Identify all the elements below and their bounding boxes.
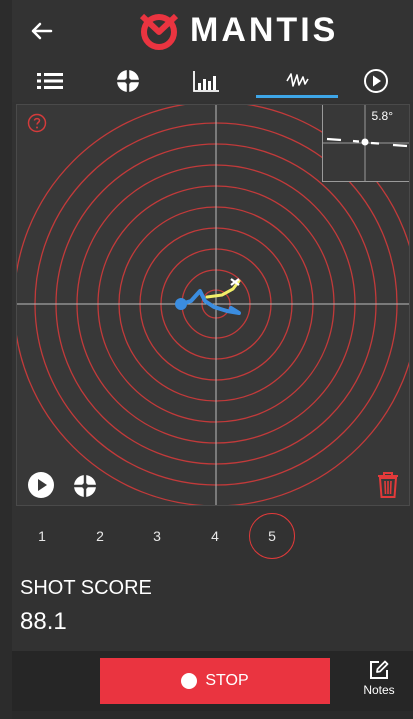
reticle-icon <box>115 68 141 94</box>
tab-bar <box>12 60 413 102</box>
header: MANTIS <box>12 0 413 60</box>
shot-item-5[interactable]: 5 <box>249 513 295 559</box>
play-circle-icon <box>364 69 388 93</box>
trash-icon[interactable] <box>375 469 401 499</box>
tab-list[interactable] <box>20 60 80 102</box>
replay-play-icon[interactable] <box>27 471 55 499</box>
notes-label: Notes <box>363 683 395 697</box>
question-circle-icon[interactable] <box>27 113 47 133</box>
aim-trace-start <box>175 298 187 310</box>
mantis-logo-icon <box>139 13 179 50</box>
notes-button[interactable]: Notes <box>354 659 404 703</box>
bottom-strip <box>12 711 413 719</box>
reticle-icon[interactable] <box>70 471 100 501</box>
arrow-left-icon[interactable] <box>26 16 56 46</box>
logo-text: MANTIS <box>190 10 339 49</box>
shot-score-label: SHOT SCORE <box>20 577 152 599</box>
shot-item-4[interactable]: 4 <box>192 513 238 559</box>
cant-indicator: 5.8° <box>322 105 409 182</box>
cant-level-graphic <box>323 105 409 181</box>
tab-replay[interactable] <box>346 60 406 102</box>
stop-button[interactable]: STOP <box>100 658 330 704</box>
shot-item-2[interactable]: 2 <box>77 513 123 559</box>
bar-chart-icon <box>193 71 219 92</box>
list-icon <box>37 73 63 89</box>
tab-stats[interactable] <box>176 60 236 102</box>
app-frame: MANTIS 5.8° 1 2 3 4 5 SHOT SCORE 88.1 ST… <box>12 0 413 719</box>
shot-score-value: 88.1 <box>20 608 67 635</box>
logo: MANTIS <box>136 8 338 52</box>
active-tab-indicator <box>256 95 338 98</box>
record-dot-icon <box>181 673 198 689</box>
shot-item-1[interactable]: 1 <box>19 513 65 559</box>
bottom-bar: STOP Notes <box>12 651 413 711</box>
trace-squiggle-icon <box>286 73 309 87</box>
shot-item-3[interactable]: 3 <box>134 513 180 559</box>
stop-label: STOP <box>205 672 249 689</box>
notes-edit-icon <box>370 660 389 679</box>
shot-selector: 1 2 3 4 5 <box>12 513 413 559</box>
target-area[interactable]: 5.8° <box>16 104 410 506</box>
tab-reticle[interactable] <box>98 60 158 102</box>
